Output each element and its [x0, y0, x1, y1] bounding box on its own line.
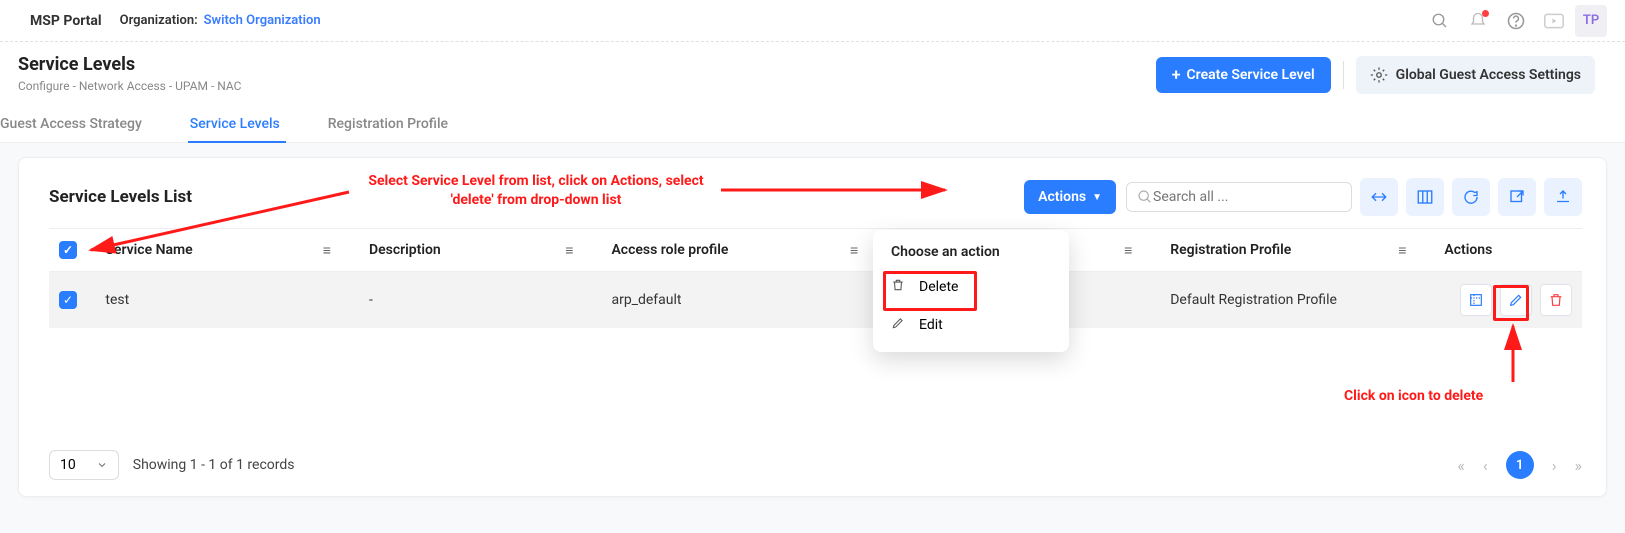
- breadcrumb: Configure - Network Access - UPAM - NAC: [18, 79, 1156, 93]
- annotation-bottom: Click on icon to delete: [1344, 388, 1483, 404]
- pager-first[interactable]: «: [1457, 456, 1465, 475]
- upload-icon[interactable]: [1544, 178, 1582, 216]
- pager-current[interactable]: 1: [1506, 451, 1534, 479]
- table-row[interactable]: ✓ test - arp_default Default Registratio…: [49, 272, 1582, 329]
- tab-service-levels[interactable]: Service Levels: [190, 108, 304, 142]
- dropdown-item-label: Delete: [919, 279, 958, 295]
- table-header-row: ✓ Service Name ≡ Description ≡ Access role…: [49, 229, 1582, 272]
- card-title: Service Levels List: [49, 187, 192, 207]
- plus-icon: +: [1172, 67, 1181, 83]
- search-icon: [1137, 189, 1153, 205]
- service-levels-table: ✓ Service Name ≡ Description ≡ Access role…: [49, 228, 1582, 328]
- drag-handle-icon[interactable]: ≡: [565, 242, 591, 259]
- dropdown-item-edit[interactable]: Edit: [873, 306, 1069, 344]
- separator: [1343, 61, 1344, 89]
- table-wrap: ✓ Service Name ≡ Description ≡ Access role…: [19, 228, 1606, 328]
- col-service-name: Service Name: [105, 242, 192, 258]
- gear-icon: [1370, 66, 1388, 84]
- col-registration-profile: Registration Profile: [1170, 242, 1291, 258]
- global-btn-label: Global Guest Access Settings: [1396, 67, 1581, 83]
- refresh-icon[interactable]: [1452, 178, 1490, 216]
- help-icon[interactable]: [1499, 4, 1533, 38]
- page-info: Showing 1 - 1 of 1 records: [133, 457, 295, 473]
- page-size-select[interactable]: 10: [49, 450, 119, 480]
- dropdown-item-label: Edit: [919, 317, 943, 333]
- actions-dropdown-menu: Choose an action Delete Edit: [873, 230, 1069, 352]
- pager-prev[interactable]: ‹: [1483, 456, 1488, 475]
- cell-description: -: [359, 272, 601, 329]
- global-guest-settings-button[interactable]: Global Guest Access Settings: [1356, 56, 1595, 94]
- drag-handle-icon[interactable]: ≡: [1124, 242, 1150, 259]
- card-footer: 10 Showing 1 - 1 of 1 records « ‹ 1 › »: [49, 450, 1582, 480]
- org-label: Organization:: [120, 13, 198, 28]
- col-actions: Actions: [1444, 242, 1492, 258]
- row-actions: [1444, 284, 1572, 316]
- select-all-checkbox[interactable]: ✓: [59, 241, 77, 259]
- pager: « ‹ 1 › »: [1457, 451, 1582, 479]
- cell-arp: arp_default: [601, 272, 886, 329]
- dropdown-title: Choose an action: [873, 244, 1069, 268]
- pencil-icon: [891, 316, 907, 334]
- cell-reg-profile: Default Registration Profile: [1160, 272, 1434, 329]
- columns-icon[interactable]: [1406, 178, 1444, 216]
- user-avatar[interactable]: TP: [1575, 5, 1607, 37]
- expand-columns-icon[interactable]: [1360, 178, 1398, 216]
- col-access-role-profile: Access role profile: [611, 242, 728, 258]
- dropdown-item-delete[interactable]: Delete: [873, 268, 1069, 306]
- switch-org-link[interactable]: Switch Organization: [204, 13, 321, 28]
- tab-guest-access-strategy[interactable]: Guest Access Strategy: [0, 108, 166, 142]
- delete-row-icon[interactable]: [1540, 284, 1572, 316]
- actions-btn-label: Actions: [1038, 189, 1086, 205]
- card-header: Service Levels List Actions ▼: [19, 158, 1606, 228]
- service-levels-card: Service Levels List Actions ▼ Choose an …: [18, 157, 1607, 497]
- topbar: MSP Portal Organization: Switch Organiza…: [0, 0, 1625, 42]
- cell-service-name: test: [95, 272, 359, 329]
- search-input[interactable]: [1153, 189, 1341, 205]
- search-icon[interactable]: [1423, 4, 1457, 38]
- trash-icon: [891, 278, 907, 296]
- drag-handle-icon[interactable]: ≡: [323, 242, 349, 259]
- pager-next[interactable]: ›: [1552, 456, 1557, 475]
- col-description: Description: [369, 242, 441, 258]
- create-service-level-button[interactable]: + Create Service Level: [1156, 57, 1331, 93]
- drag-handle-icon[interactable]: ≡: [1398, 242, 1424, 259]
- tabs: Guest Access Strategy Service Levels Reg…: [0, 94, 1625, 143]
- chevron-down-icon: [96, 459, 108, 471]
- row-checkbox[interactable]: ✓: [59, 291, 77, 309]
- search-box[interactable]: [1126, 182, 1352, 212]
- page-size-value: 10: [60, 457, 76, 473]
- notification-dot: [1482, 10, 1489, 17]
- video-icon[interactable]: [1537, 4, 1571, 38]
- app-name: MSP Portal: [30, 13, 102, 29]
- bell-icon[interactable]: [1461, 4, 1495, 38]
- expand-row-icon[interactable]: [1460, 284, 1492, 316]
- page-title: Service Levels: [18, 54, 1156, 75]
- export-icon[interactable]: [1498, 178, 1536, 216]
- arrow-to-delete-icon: [1503, 320, 1523, 386]
- caret-down-icon: ▼: [1092, 192, 1102, 203]
- create-btn-label: Create Service Level: [1187, 67, 1315, 83]
- actions-dropdown-button[interactable]: Actions ▼: [1024, 180, 1116, 214]
- pager-last[interactable]: »: [1575, 456, 1583, 475]
- tab-registration-profile[interactable]: Registration Profile: [328, 108, 472, 142]
- page-header: Service Levels Configure - Network Acces…: [0, 42, 1625, 94]
- edit-row-icon[interactable]: [1500, 284, 1532, 316]
